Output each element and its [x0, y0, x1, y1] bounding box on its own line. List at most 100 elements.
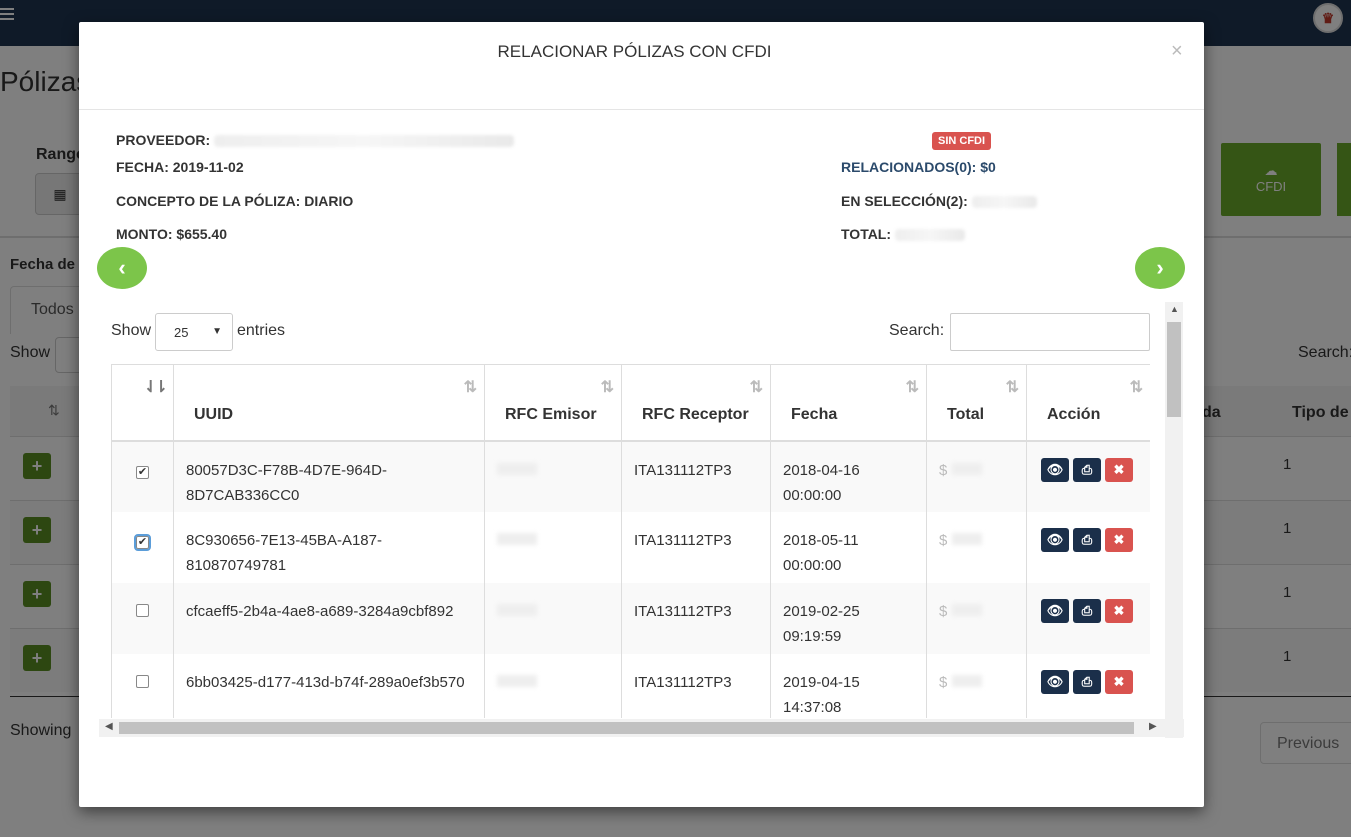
- entries-select[interactable]: 25 ▼: [155, 313, 233, 351]
- prev-poliza-button[interactable]: ‹: [97, 247, 147, 289]
- row-checkbox[interactable]: [136, 603, 149, 617]
- delete-icon[interactable]: ✖: [1105, 527, 1133, 552]
- redacted-value: [497, 532, 537, 545]
- modal-header: RELACIONAR PÓLIZAS CON CFDI ×: [79, 22, 1204, 110]
- eye-icon[interactable]: 👁: [1041, 598, 1069, 623]
- uuid-cell: 8C930656-7E13-45BA-A187-810870749781: [173, 511, 485, 583]
- col-header-fecha[interactable]: Fecha ⇅: [770, 364, 927, 442]
- relacionar-polizas-modal: RELACIONAR PÓLIZAS CON CFDI × PROVEEDOR:…: [79, 22, 1204, 807]
- uuid-cell: 6bb03425-d177-413d-b74f-289a0ef3b570: [173, 653, 485, 718]
- pdf-icon[interactable]: ⎙: [1073, 527, 1101, 552]
- eye-icon[interactable]: 👁: [1041, 669, 1069, 694]
- total-label: TOTAL:: [841, 226, 965, 242]
- rfc-emisor-cell: [484, 653, 622, 718]
- select-cell: [111, 653, 174, 718]
- accion-cell: 👁 ⎙ ✖: [1026, 440, 1150, 512]
- chevron-right-icon: ›: [1156, 255, 1164, 280]
- redacted-value: [951, 603, 982, 616]
- entries-label: entries: [237, 322, 286, 339]
- table-row[interactable]: ✔ 80057D3C-F78B-4D7E-964D-8D7CAB336CC0 ITA…: [111, 440, 1150, 512]
- sort-icon: ⇅: [905, 379, 920, 396]
- scroll-left-icon[interactable]: ◀: [105, 721, 113, 732]
- rfc-emisor-cell: [484, 582, 622, 654]
- redacted-value: [971, 196, 1037, 209]
- sort-icon: ⇅: [1005, 379, 1020, 396]
- col-header-rfc-receptor[interactable]: RFC Receptor ⇅: [621, 364, 771, 442]
- accion-cell: 👁 ⎙ ✖: [1026, 653, 1150, 718]
- pdf-icon[interactable]: ⎙: [1073, 457, 1101, 482]
- uuid-cell: 80057D3C-F78B-4D7E-964D-8D7CAB336CC0: [173, 440, 485, 512]
- row-checkbox[interactable]: ✔: [136, 465, 149, 479]
- redacted-value: [497, 674, 537, 687]
- next-poliza-button[interactable]: ›: [1135, 247, 1185, 289]
- monto-label: MONTO: $655.40: [116, 226, 228, 242]
- table-row[interactable]: cfcaeff5-2b4a-4ae8-a689-3284a9cbf892 ITA1…: [111, 582, 1150, 654]
- uuid-cell: cfcaeff5-2b4a-4ae8-a689-3284a9cbf892: [173, 582, 485, 654]
- delete-icon[interactable]: ✖: [1105, 598, 1133, 623]
- redacted-value: [951, 532, 982, 545]
- redacted-value: [951, 674, 982, 687]
- select-cell: ✔: [111, 511, 174, 583]
- eye-icon[interactable]: 👁: [1041, 457, 1069, 482]
- close-icon[interactable]: ×: [1171, 40, 1183, 63]
- rfc-receptor-cell: ITA131112TP3: [621, 653, 771, 718]
- table-row[interactable]: 6bb03425-d177-413d-b74f-289a0ef3b570 ITA1…: [111, 653, 1150, 718]
- rfc-emisor-cell: [484, 440, 622, 512]
- horizontal-scrollbar[interactable]: ◀ ▶: [99, 719, 1184, 737]
- fecha-cell: 2019-04-15 14:37:08: [770, 653, 927, 718]
- row-checkbox[interactable]: [136, 674, 149, 688]
- redacted-value: [894, 229, 965, 242]
- col-header-accion[interactable]: Acción ⇅: [1026, 364, 1150, 442]
- caret-down-icon: ▼: [212, 326, 222, 337]
- delete-icon[interactable]: ✖: [1105, 457, 1133, 482]
- vertical-scrollbar[interactable]: ▲ ▼: [1165, 302, 1183, 738]
- rfc-receptor-cell: ITA131112TP3: [621, 511, 771, 583]
- search-label: Search:: [889, 322, 945, 339]
- eye-icon[interactable]: 👁: [1041, 527, 1069, 552]
- seleccion-label: EN SELECCIÓN(2):: [841, 193, 1037, 209]
- redacted-value: [214, 135, 515, 148]
- table-header-row: ⇃⇂ UUID ⇅ RFC Emisor ⇅ RFC Receptor ⇅ Fecha…: [111, 364, 1150, 442]
- fecha-cell: 2019-02-25 09:19:59: [770, 582, 927, 654]
- pdf-icon[interactable]: ⎙: [1073, 669, 1101, 694]
- fecha-label: FECHA: 2019-11-02: [116, 159, 244, 175]
- accion-cell: 👁 ⎙ ✖: [1026, 582, 1150, 654]
- col-header-select[interactable]: ⇃⇂: [111, 364, 174, 442]
- scroll-up-icon[interactable]: ▲: [1170, 304, 1179, 314]
- total-cell: $: [926, 582, 1027, 654]
- rfc-receptor-cell: ITA131112TP3: [621, 582, 771, 654]
- col-header-rfc-emisor[interactable]: RFC Emisor ⇅: [484, 364, 622, 442]
- concepto-label: CONCEPTO DE LA PÓLIZA: DIARIO: [116, 193, 354, 209]
- redacted-value: [497, 462, 537, 475]
- show-label: Show: [111, 322, 152, 339]
- sort-icon: ⇅: [749, 379, 764, 396]
- scroll-right-icon[interactable]: ▶: [1149, 721, 1157, 732]
- row-checkbox[interactable]: ✔: [134, 533, 151, 551]
- redacted-value: [951, 462, 982, 475]
- rfc-emisor-cell: [484, 511, 622, 583]
- relacionados-label: RELACIONADOS(0): $0: [841, 159, 996, 175]
- select-cell: [111, 582, 174, 654]
- total-cell: $: [926, 653, 1027, 718]
- fecha-cell: 2018-05-11 00:00:00: [770, 511, 927, 583]
- sort-asc-icon: ⇃⇂: [144, 379, 168, 396]
- delete-icon[interactable]: ✖: [1105, 669, 1133, 694]
- total-cell: $: [926, 511, 1027, 583]
- fecha-cell: 2018-04-16 00:00:00: [770, 440, 927, 512]
- redacted-value: [497, 603, 537, 616]
- pdf-icon[interactable]: ⎙: [1073, 598, 1101, 623]
- rfc-receptor-cell: ITA131112TP3: [621, 440, 771, 512]
- table-row[interactable]: ✔ 8C930656-7E13-45BA-A187-810870749781 ITA…: [111, 511, 1150, 583]
- col-header-total[interactable]: Total ⇅: [926, 364, 1027, 442]
- modal-title: RELACIONAR PÓLIZAS CON CFDI: [497, 42, 772, 61]
- total-cell: $: [926, 440, 1027, 512]
- select-cell: ✔: [111, 440, 174, 512]
- search-input[interactable]: [950, 313, 1150, 351]
- sort-icon: ⇅: [1129, 379, 1144, 396]
- sort-icon: ⇅: [600, 379, 615, 396]
- scroll-thumb[interactable]: [1167, 322, 1181, 417]
- col-header-uuid[interactable]: UUID ⇅: [173, 364, 485, 442]
- scroll-thumb[interactable]: [119, 722, 1134, 734]
- sort-icon: ⇅: [463, 379, 478, 396]
- cfdi-table: ⇃⇂ UUID ⇅ RFC Emisor ⇅ RFC Receptor ⇅ Fecha…: [111, 364, 1150, 718]
